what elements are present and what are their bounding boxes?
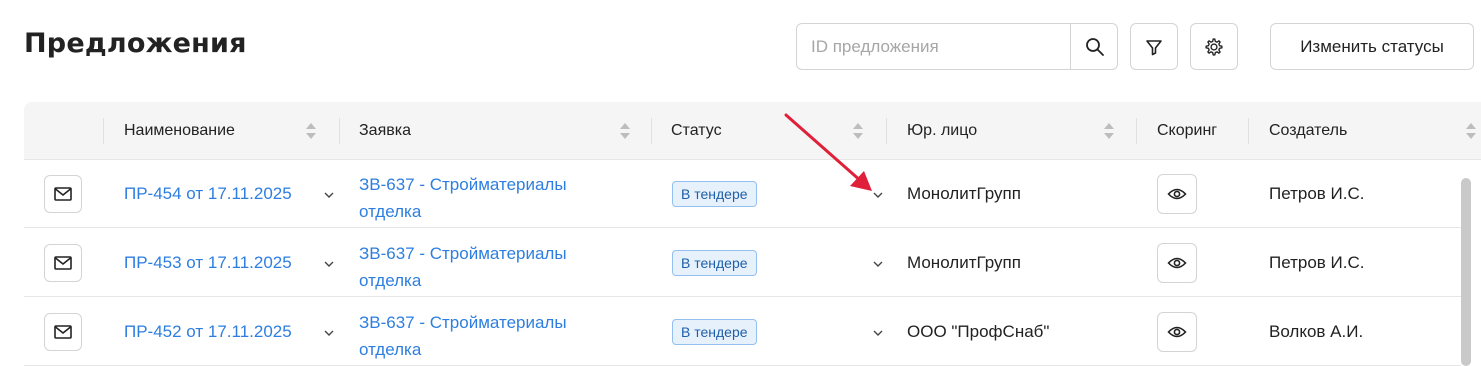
- search-box: [796, 23, 1118, 70]
- request-link[interactable]: ЗВ-637 - Стройматериалы отделка: [359, 171, 619, 225]
- page-title: Предложения: [24, 28, 247, 59]
- column-header-scoring[interactable]: Скоринг: [1157, 102, 1217, 160]
- column-separator: [339, 118, 340, 144]
- sort-icon[interactable]: [305, 121, 317, 141]
- column-header-legal-entity[interactable]: Юр. лицо: [907, 102, 977, 160]
- filter-icon: [1146, 39, 1162, 55]
- chevron-down-icon[interactable]: [323, 329, 335, 337]
- status-badge: В тендере: [672, 319, 757, 345]
- creator-name: Волков А.И.: [1269, 322, 1364, 341]
- search-input[interactable]: [797, 24, 1083, 69]
- chevron-down-icon[interactable]: [872, 260, 884, 268]
- chevron-down-icon[interactable]: [872, 329, 884, 337]
- search-icon: [1085, 37, 1104, 56]
- offers-table: Наименование Заявка Статус Юр. лицо Скор…: [24, 102, 1481, 366]
- mail-button[interactable]: [44, 244, 82, 282]
- offer-link[interactable]: ПР-453 от 17.11.2025: [124, 253, 292, 273]
- filter-button[interactable]: [1130, 23, 1178, 70]
- table-row[interactable]: ПР-454 от 17.11.2025 ЗВ-637 - Стройматер…: [24, 160, 1461, 228]
- legal-entity: ООО "ПрофСнаб": [907, 322, 1050, 341]
- mail-button[interactable]: [44, 175, 82, 213]
- eye-icon: [1167, 326, 1187, 338]
- column-separator: [1136, 118, 1137, 144]
- legal-entity: МонолитГрупп: [907, 253, 1021, 272]
- offer-link[interactable]: ПР-454 от 17.11.2025: [124, 184, 292, 204]
- settings-button[interactable]: [1190, 23, 1238, 70]
- column-header-name[interactable]: Наименование: [124, 102, 235, 160]
- column-header-request[interactable]: Заявка: [359, 102, 411, 160]
- mail-icon: [54, 187, 72, 201]
- legal-entity: МонолитГрупп: [907, 184, 1021, 203]
- change-statuses-button[interactable]: Изменить статусы: [1270, 23, 1474, 70]
- chevron-down-icon[interactable]: [323, 260, 335, 268]
- sort-icon[interactable]: [1465, 121, 1477, 141]
- table-row[interactable]: ПР-452 от 17.11.2025 ЗВ-637 - Стройматер…: [24, 298, 1461, 366]
- column-header-creator[interactable]: Создатель: [1269, 102, 1347, 160]
- sort-icon[interactable]: [619, 121, 631, 141]
- request-link[interactable]: ЗВ-637 - Стройматериалы отделка: [359, 309, 619, 363]
- chevron-down-icon[interactable]: [323, 191, 335, 199]
- mail-button[interactable]: [44, 313, 82, 351]
- table-row[interactable]: ПР-453 от 17.11.2025 ЗВ-637 - Стройматер…: [24, 229, 1461, 297]
- vertical-scrollbar[interactable]: [1461, 178, 1471, 366]
- search-button[interactable]: [1070, 24, 1118, 69]
- gear-icon: [1205, 37, 1223, 56]
- table-header: Наименование Заявка Статус Юр. лицо Скор…: [24, 102, 1481, 160]
- scoring-button[interactable]: [1157, 243, 1197, 283]
- chevron-down-icon[interactable]: [872, 191, 884, 199]
- column-separator: [886, 118, 887, 144]
- sort-icon[interactable]: [1103, 121, 1115, 141]
- column-separator: [651, 118, 652, 144]
- column-separator: [1248, 118, 1249, 144]
- eye-icon: [1167, 188, 1187, 200]
- scoring-button[interactable]: [1157, 174, 1197, 214]
- creator-name: Петров И.С.: [1269, 184, 1365, 203]
- request-link[interactable]: ЗВ-637 - Стройматериалы отделка: [359, 240, 619, 294]
- mail-icon: [54, 256, 72, 270]
- sort-icon[interactable]: [852, 121, 864, 141]
- scoring-button[interactable]: [1157, 312, 1197, 352]
- offer-link[interactable]: ПР-452 от 17.11.2025: [124, 322, 292, 342]
- creator-name: Петров И.С.: [1269, 253, 1365, 272]
- status-badge: В тендере: [672, 181, 757, 207]
- column-header-status[interactable]: Статус: [671, 102, 722, 160]
- column-separator: [103, 118, 104, 144]
- status-badge: В тендере: [672, 250, 757, 276]
- eye-icon: [1167, 257, 1187, 269]
- mail-icon: [54, 325, 72, 339]
